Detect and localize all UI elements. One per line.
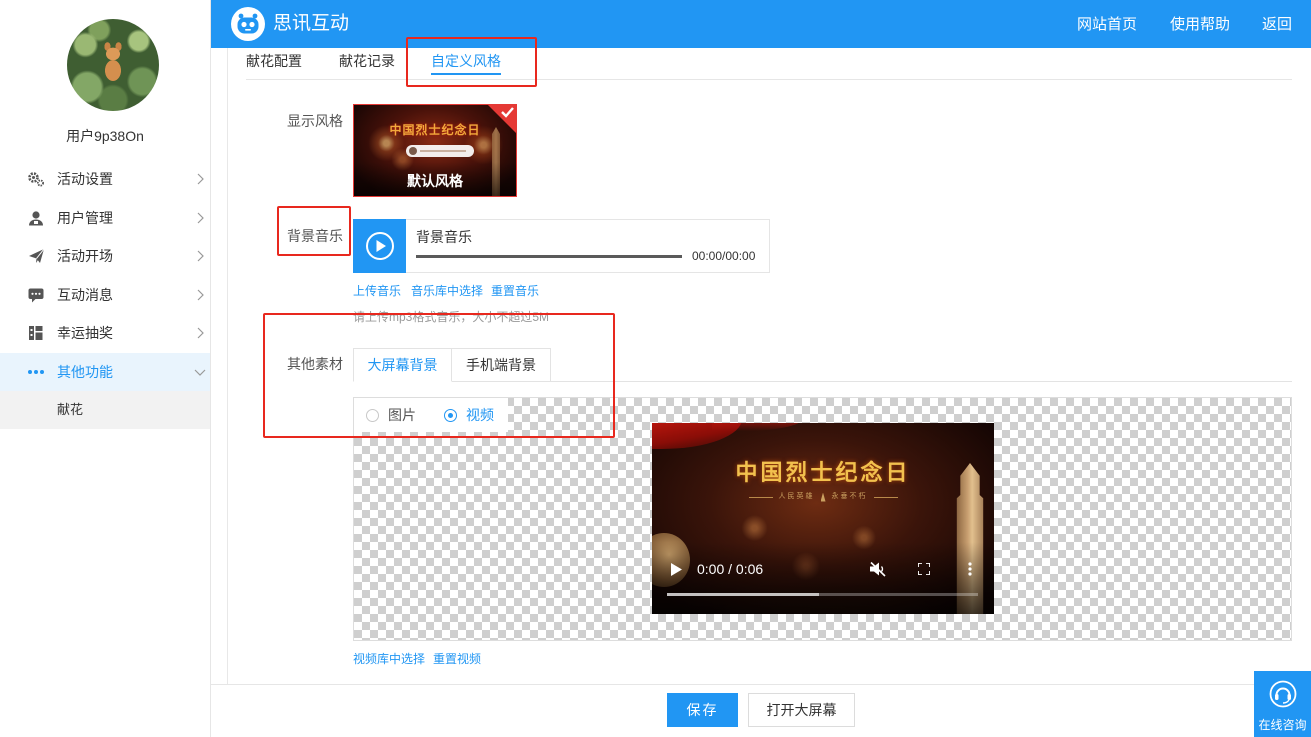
open-big-screen-button[interactable]: 打开大屏幕 — [748, 693, 855, 727]
radio-circle-checked — [444, 408, 457, 422]
play-icon — [670, 562, 682, 576]
video-poster-title: 中国烈士纪念日 — [735, 460, 911, 485]
muted-speaker-icon — [870, 561, 886, 577]
music-track-title: 背景音乐 — [416, 229, 472, 245]
radio-video[interactable]: 视频 — [444, 407, 494, 423]
chevron-right-icon — [196, 250, 204, 262]
subtitle-rule — [748, 496, 773, 498]
video-fullscreen-button[interactable] — [915, 560, 933, 578]
sidebar-subitem-flowers[interactable]: 献花 — [0, 391, 210, 429]
sidebar: 用户9p38On 活动设置 用户管理 活动开场 互动消息 幸运抽奖 其他功能 献… — [0, 0, 211, 737]
subtitle-rule — [873, 496, 898, 498]
music-play-button[interactable] — [353, 219, 406, 273]
style-thumb-avatar — [409, 147, 417, 155]
radio-video-label: 视频 — [466, 407, 494, 423]
media-type-selector: 图片 视频 — [354, 398, 508, 432]
video-play-button[interactable] — [668, 561, 684, 577]
style-thumb-text-line — [420, 150, 466, 152]
tab-mobile-bg[interactable]: 手机端背景 — [451, 348, 551, 382]
chevron-right-icon — [196, 327, 204, 339]
reset-video-link[interactable]: 重置视频 — [433, 652, 481, 666]
sidebar-menu: 活动设置 用户管理 活动开场 互动消息 幸运抽奖 其他功能 献花 — [0, 160, 210, 429]
video-mute-button[interactable] — [868, 560, 888, 578]
more-dots-icon — [27, 364, 45, 380]
gear-icon — [27, 171, 45, 187]
robot-logo-icon[interactable] — [231, 7, 265, 41]
music-player: 背景音乐 00:00/00:00 — [353, 219, 770, 273]
sidebar-item-lucky-draw[interactable]: 幸运抽奖 — [0, 314, 210, 353]
music-upload-hint: 请上传mp3格式音乐，大小不超过5M — [353, 310, 550, 324]
play-circle-icon — [365, 232, 394, 260]
paper-plane-icon — [27, 248, 45, 264]
sidebar-item-interactive-messages[interactable]: 互动消息 — [0, 276, 210, 315]
nav-back-link[interactable]: 返回 — [1262, 0, 1292, 50]
chevron-right-icon — [196, 212, 204, 224]
tab-custom-style[interactable]: 自定义风格 — [431, 50, 501, 75]
music-time: 00:00/00:00 — [692, 249, 756, 263]
radio-image-label: 图片 — [388, 407, 416, 423]
sidebar-item-user-management[interactable]: 用户管理 — [0, 199, 210, 238]
style-option-name: 默认风格 — [407, 173, 463, 189]
background-video[interactable]: 中国烈士纪念日 人民英雄 永垂不朽 0:00 / 0:06 — [652, 423, 994, 614]
bg-music-label: 背景音乐 — [287, 228, 343, 244]
video-poster-subtitle: 人民英雄 永垂不朽 — [733, 492, 913, 502]
sidebar-item-label: 幸运抽奖 — [57, 325, 113, 342]
tab-flower-records[interactable]: 献花记录 — [339, 50, 395, 72]
app-title: 思讯互动 — [273, 13, 350, 34]
video-progress-bar[interactable] — [667, 593, 978, 596]
video-library-link[interactable]: 视频库中选择 — [353, 652, 425, 666]
sidebar-item-label: 互动消息 — [57, 286, 113, 303]
online-consult-label: 在线咨询 — [1258, 718, 1307, 732]
online-consult-button[interactable]: 在线咨询 — [1254, 671, 1311, 737]
radio-image[interactable]: 图片 — [366, 407, 416, 423]
headset-icon — [1269, 680, 1297, 708]
subtitle-left: 人民英雄 — [778, 493, 815, 500]
save-button[interactable]: 保存 — [667, 693, 738, 727]
subtitle-right: 永垂不朽 — [831, 493, 868, 500]
more-vertical-icon — [968, 562, 972, 576]
chevron-right-icon — [196, 289, 204, 301]
sidebar-item-label: 活动开场 — [57, 248, 113, 265]
display-style-label: 显示风格 — [287, 113, 343, 129]
sidebar-item-label: 用户管理 — [57, 209, 113, 226]
video-time: 0:00 / 0:06 — [697, 561, 764, 577]
monument-glyph-icon — [820, 492, 826, 502]
user-icon — [27, 210, 45, 226]
video-more-options-button[interactable] — [962, 560, 978, 578]
tab-big-screen-bg[interactable]: 大屏幕背景 — [353, 348, 452, 382]
selected-check-icon — [487, 105, 516, 134]
nav-help-link[interactable]: 使用帮助 — [1170, 0, 1230, 50]
sidebar-item-activity-opening[interactable]: 活动开场 — [0, 237, 210, 276]
materials-label: 其他素材 — [287, 356, 343, 372]
music-progress-bar[interactable] — [416, 255, 682, 258]
tab-flower-config[interactable]: 献花配置 — [246, 50, 302, 72]
style-thumb-banner — [406, 145, 474, 157]
avatar[interactable] — [67, 19, 159, 111]
nav-home-link[interactable]: 网站首页 — [1077, 0, 1137, 50]
sidebar-item-label: 活动设置 — [57, 171, 113, 188]
style-option-default[interactable]: 中国烈士纪念日 默认风格 — [353, 104, 517, 197]
lottery-icon — [27, 325, 45, 341]
tab-divider — [246, 79, 1292, 80]
reset-music-link[interactable]: 重置音乐 — [491, 284, 539, 298]
sidebar-subitem-label: 献花 — [57, 402, 84, 417]
chevron-right-icon — [196, 173, 204, 185]
sidebar-item-activity-settings[interactable]: 活动设置 — [0, 160, 210, 199]
video-buffered-bar — [667, 593, 820, 596]
upload-music-link[interactable]: 上传音乐 — [353, 284, 401, 298]
chevron-down-icon — [194, 368, 206, 376]
sidebar-item-label: 其他功能 — [57, 363, 113, 380]
fullscreen-icon — [918, 563, 930, 575]
username: 用户9p38On — [66, 128, 144, 144]
top-header: 思讯互动 网站首页 使用帮助 返回 — [211, 0, 1311, 48]
sidebar-item-other-functions[interactable]: 其他功能 — [0, 352, 210, 391]
chat-icon — [27, 287, 45, 303]
radio-circle — [366, 408, 379, 422]
video-controls-shade — [652, 542, 994, 614]
music-library-link[interactable]: 音乐库中选择 — [411, 284, 483, 298]
